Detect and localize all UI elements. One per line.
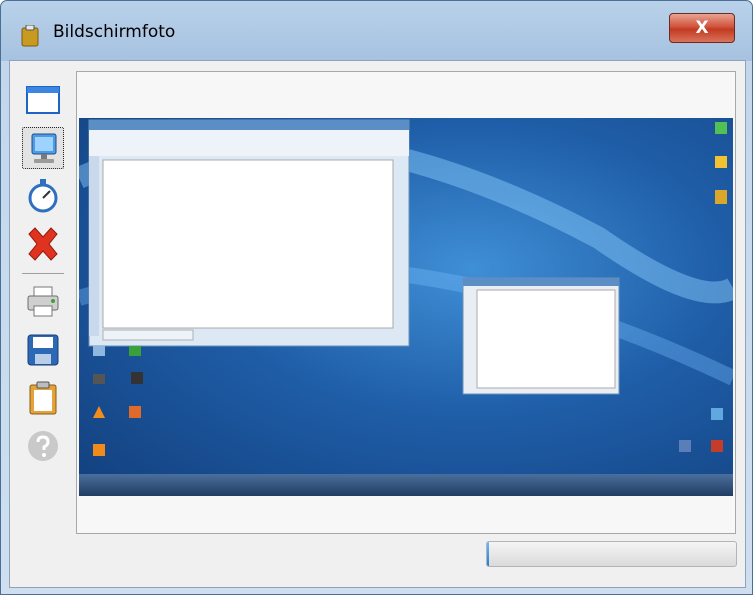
progress-fill [487, 542, 490, 566]
clipboard-icon [29, 381, 57, 415]
preview-frame [76, 71, 736, 534]
clipboard-app-icon [21, 25, 39, 47]
red-x-icon [28, 227, 58, 261]
close-icon: X [695, 18, 709, 38]
monitor-icon [31, 133, 57, 163]
copy-to-clipboard-button[interactable] [22, 377, 64, 419]
progress-bar [486, 541, 737, 567]
desktop-screenshot-thumbnail [79, 118, 733, 496]
timer-capture-button[interactable] [22, 175, 64, 217]
tool-sidebar [14, 69, 70, 489]
print-button[interactable] [22, 281, 64, 323]
floppy-disk-icon [27, 334, 59, 366]
title-bar[interactable]: Bildschirmfoto X [1, 1, 752, 59]
stopwatch-icon [28, 179, 58, 213]
window-title: Bildschirmfoto [53, 22, 176, 42]
save-button[interactable] [22, 329, 64, 371]
client-area [9, 60, 746, 588]
toolbar-separator [22, 273, 64, 274]
desktop-capture-button[interactable] [22, 127, 64, 169]
printer-icon [27, 286, 59, 317]
cancel-button[interactable] [22, 223, 64, 265]
help-icon [28, 431, 58, 461]
close-button[interactable]: X [669, 13, 735, 43]
main-window: Bildschirmfoto X [0, 0, 753, 595]
preview-taskbar [79, 474, 733, 496]
window-capture-icon [26, 86, 60, 114]
desktop-preview-graphic [79, 119, 733, 456]
window-capture-button[interactable] [22, 79, 64, 121]
help-button[interactable] [22, 425, 64, 467]
